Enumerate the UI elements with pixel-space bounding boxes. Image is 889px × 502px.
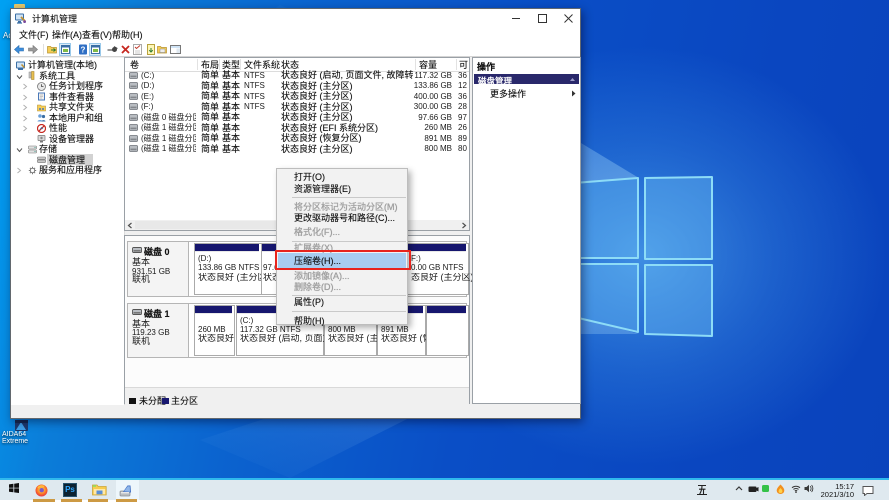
svg-text:?: ? [81, 45, 86, 54]
